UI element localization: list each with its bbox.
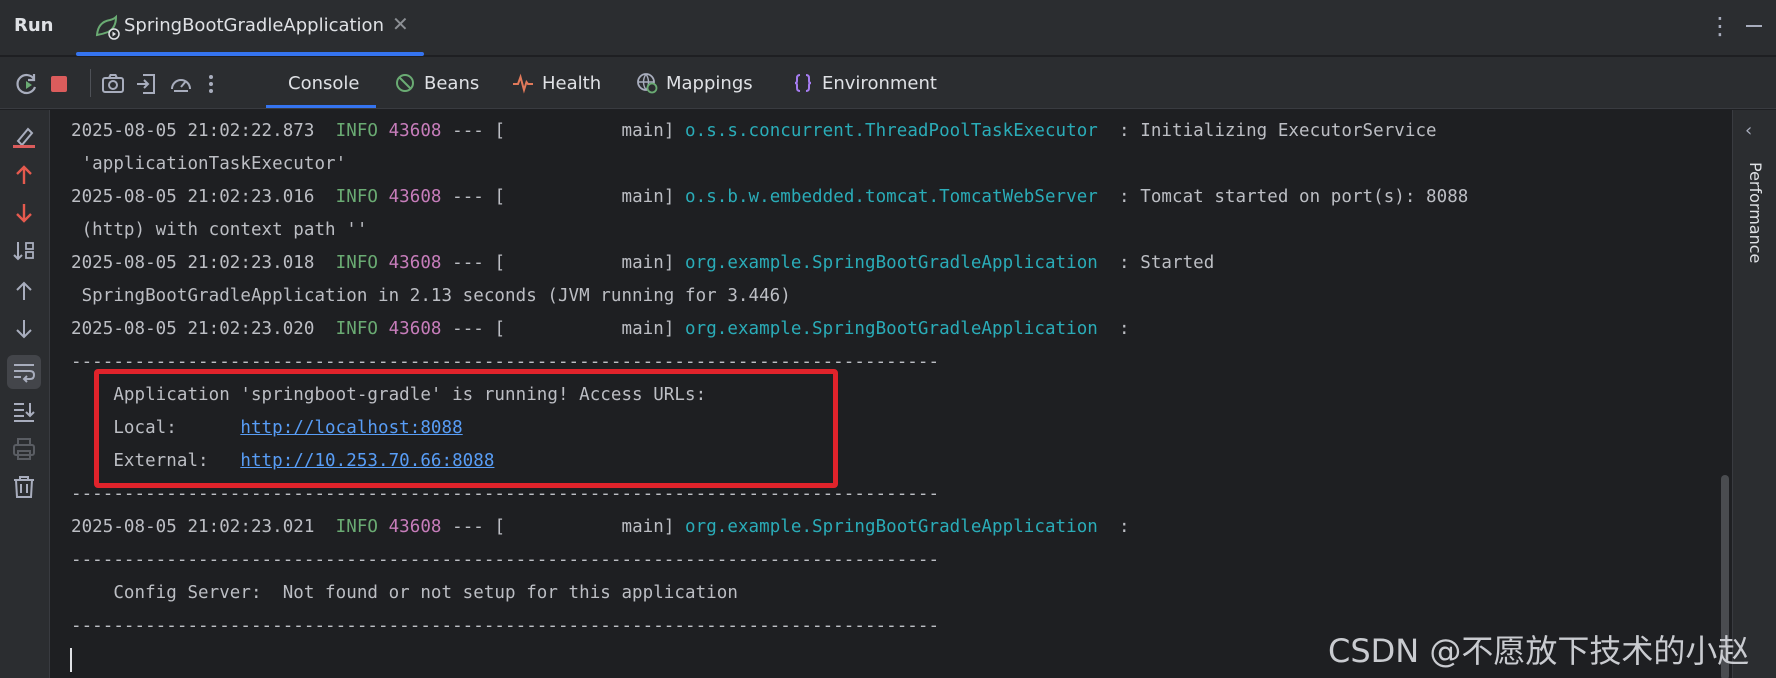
divider-line: ----------------------------------------…	[71, 616, 940, 636]
log-timestamp: 2025-08-05 21:02:22.873	[71, 121, 315, 141]
export-icon[interactable]	[134, 71, 160, 97]
log-pid: 43608	[388, 121, 442, 141]
gauge-icon[interactable]	[168, 71, 194, 97]
log-thread: main]	[505, 319, 675, 339]
log-message: : Tomcat started on port(s): 8088	[1097, 187, 1469, 207]
log-line: 2025-08-05 21:02:23.021 INFO 43608 --- […	[71, 517, 1130, 537]
camera-icon[interactable]	[100, 71, 126, 97]
log-pid: 43608	[388, 187, 442, 207]
log-line-continuation: 'applicationTaskExecutor'	[71, 154, 347, 174]
log-timestamp: 2025-08-05 21:02:23.021	[71, 517, 315, 537]
log-separator: --- [	[452, 253, 506, 273]
active-tab-indicator	[76, 52, 424, 56]
text-caret	[70, 648, 72, 672]
log-thread: main]	[505, 187, 675, 207]
log-separator: --- [	[452, 187, 506, 207]
config-server-line: Config Server: Not found or not setup fo…	[71, 583, 738, 603]
tab-beans-label: Beans	[424, 72, 480, 94]
log-line: 2025-08-05 21:02:23.016 INFO 43608 --- […	[71, 187, 1468, 207]
tab-beans[interactable]: Beans	[394, 57, 479, 109]
tab-console-label: Console	[288, 72, 360, 94]
stop-icon[interactable]	[46, 71, 72, 97]
minimize-icon[interactable]	[1746, 25, 1762, 27]
log-line: 2025-08-05 21:02:22.873 INFO 43608 --- […	[71, 121, 1437, 141]
trash-icon[interactable]	[11, 474, 37, 500]
beans-icon	[396, 74, 414, 92]
print-icon	[13, 438, 35, 460]
environment-icon	[794, 74, 812, 92]
arrow-down-red-icon[interactable]	[11, 200, 37, 226]
more-options-icon[interactable]: ⋮	[1708, 12, 1732, 40]
log-level: INFO	[335, 517, 378, 537]
log-thread: main]	[505, 121, 675, 141]
tab-environment[interactable]: Environment	[792, 57, 937, 109]
tool-window-title: Run	[14, 15, 54, 36]
log-thread: main]	[505, 517, 675, 537]
log-logger: o.s.b.w.embedded.tomcat.TomcatWebServer	[685, 187, 1098, 207]
log-line: 2025-08-05 21:02:23.020 INFO 43608 --- […	[71, 319, 1130, 339]
log-separator: --- [	[452, 517, 506, 537]
log-timestamp: 2025-08-05 21:02:23.020	[71, 319, 315, 339]
log-level: INFO	[335, 319, 378, 339]
soft-wrap-icon[interactable]	[11, 359, 37, 385]
right-tool-strip: ‹ Performance	[1732, 110, 1776, 678]
console-output[interactable]: 2025-08-05 21:02:22.873 INFO 43608 --- […	[51, 110, 1731, 678]
arrow-up-red-icon[interactable]	[11, 162, 37, 188]
watermark: CSDN @不愿放下技术的小赵	[1328, 632, 1750, 670]
log-thread: main]	[505, 253, 675, 273]
log-timestamp: 2025-08-05 21:02:23.016	[71, 187, 315, 207]
log-message: : Initializing ExecutorService	[1097, 121, 1437, 141]
health-icon	[513, 73, 533, 94]
arrow-down-icon[interactable]	[11, 316, 37, 342]
more-actions-icon[interactable]	[198, 71, 224, 97]
log-message: :	[1097, 319, 1130, 339]
tab-mappings[interactable]: Mappings	[636, 57, 753, 109]
tab-console[interactable]: Console	[288, 57, 359, 109]
sort-icon[interactable]	[11, 238, 37, 264]
log-level: INFO	[335, 121, 378, 141]
active-tab-indicator	[266, 105, 376, 108]
run-tab-label: SpringBootGradleApplication	[124, 15, 384, 36]
log-message: : Started	[1097, 253, 1215, 273]
run-configuration-tab[interactable]: SpringBootGradleApplication ✕	[76, 0, 424, 56]
spring-boot-run-icon	[95, 14, 120, 40]
run-toolbar: Console Beans Health Mappings Environmen…	[0, 57, 1776, 109]
log-pid: 43608	[388, 319, 442, 339]
log-logger: org.example.SpringBootGradleApplication	[685, 253, 1098, 273]
log-message: :	[1097, 517, 1130, 537]
log-line-continuation: (http) with context path ''	[71, 220, 368, 240]
tab-environment-label: Environment	[822, 72, 937, 94]
tab-mappings-label: Mappings	[666, 72, 753, 94]
toolbar-separator	[90, 69, 91, 97]
log-logger: org.example.SpringBootGradleApplication	[685, 319, 1098, 339]
clear-highlight-icon[interactable]	[11, 124, 37, 150]
log-separator: --- [	[452, 319, 506, 339]
log-pid: 43608	[388, 517, 442, 537]
log-level: INFO	[335, 187, 378, 207]
divider-line: ----------------------------------------…	[71, 550, 940, 570]
arrow-up-icon[interactable]	[11, 278, 37, 304]
performance-panel-toggle[interactable]: Performance	[1746, 162, 1765, 263]
log-level: INFO	[335, 253, 378, 273]
log-line-continuation: SpringBootGradleApplication in 2.13 seco…	[71, 286, 791, 306]
log-logger: o.s.s.concurrent.ThreadPoolTaskExecutor	[685, 121, 1098, 141]
tab-health[interactable]: Health	[512, 57, 601, 109]
log-timestamp: 2025-08-05 21:02:23.018	[71, 253, 315, 273]
scroll-to-end-icon[interactable]	[11, 398, 37, 424]
close-icon[interactable]: ✕	[392, 12, 409, 36]
chevron-left-icon[interactable]: ‹	[1745, 120, 1752, 141]
log-separator: --- [	[452, 121, 506, 141]
annotation-highlight-box	[94, 369, 838, 488]
rerun-icon[interactable]	[14, 71, 40, 97]
mappings-icon	[637, 73, 658, 94]
log-line: 2025-08-05 21:02:23.018 INFO 43608 --- […	[71, 253, 1214, 273]
tab-health-label: Health	[542, 72, 602, 94]
log-pid: 43608	[388, 253, 442, 273]
run-tool-window-header: Run SpringBootGradleApplication ✕ ⋮	[0, 0, 1776, 56]
console-side-toolbar	[0, 110, 50, 678]
log-logger: org.example.SpringBootGradleApplication	[685, 517, 1098, 537]
